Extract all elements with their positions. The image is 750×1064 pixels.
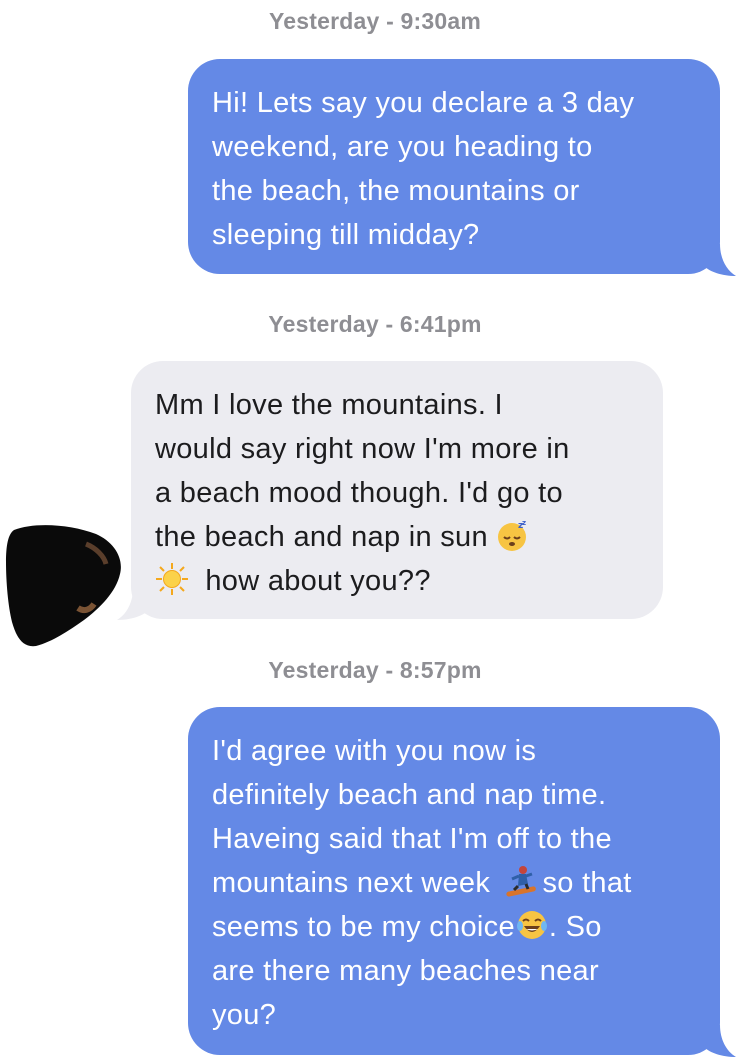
message-text-line: you?: [212, 999, 277, 1031]
message-text-line: a beach mood though. I'd go to: [155, 477, 563, 509]
tears-of-joy-icon: [516, 911, 547, 940]
message-text-line: seems to be my choice . So: [212, 905, 696, 949]
message-text-line: are there many beaches near: [212, 955, 599, 987]
sleeping-face-icon: z z: [498, 519, 526, 552]
timestamp: Yesterday - 8:57pm: [268, 657, 482, 683]
message-text-line: Haveing said that I'm off to the: [212, 823, 612, 855]
message-text-line: the beach and nap in sun z z: [155, 515, 639, 559]
redacted-avatar: [6, 525, 121, 647]
message-text-line: Hi! Lets say you declare a 3 day: [212, 87, 635, 119]
message-text-line: the beach, the mountains or: [212, 175, 580, 207]
bubble-tail: [700, 1025, 736, 1057]
message-text-line: definitely beach and nap time.: [212, 779, 607, 811]
outgoing-message-bubble[interactable]: I'd agree with you now is definitely bea…: [188, 707, 720, 1055]
sun-icon: [156, 563, 188, 596]
svg-text:z: z: [522, 519, 526, 527]
timestamp: Yesterday - 6:41pm: [268, 311, 482, 337]
message-text-line: sleeping till midday?: [212, 219, 480, 251]
message-text-line: weekend, are you heading to: [212, 131, 593, 163]
message-text-line: how about you??: [155, 559, 639, 603]
snowboarder-icon: [506, 866, 537, 897]
timestamp: Yesterday - 9:30am: [268, 8, 481, 34]
message-text-line: I'd agree with you now is: [212, 735, 537, 767]
message-text-line: would say right now I'm more in: [155, 433, 570, 465]
outgoing-message-bubble[interactable]: Hi! Lets say you declare a 3 day weekend…: [188, 59, 720, 274]
message-text-line: Mm I love the mountains. I: [155, 389, 503, 421]
bubble-tail: [700, 244, 736, 276]
incoming-message-bubble[interactable]: Mm I love the mountains. I would say rig…: [131, 361, 663, 619]
message-text-line: mountains next week so that: [212, 861, 696, 905]
